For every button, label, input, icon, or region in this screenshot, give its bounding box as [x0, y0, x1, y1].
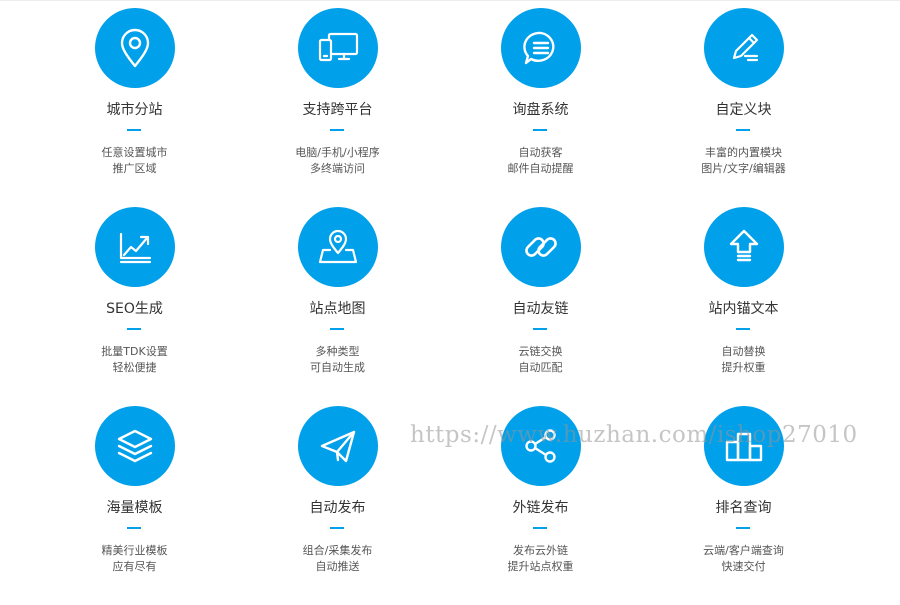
feature-title: 海量模板 — [106, 500, 163, 516]
feature-desc-line: 自动替换 — [721, 345, 766, 358]
watermark-url: https://www.huzhan.com/ishop27010 — [410, 422, 858, 448]
title-underline — [736, 527, 750, 529]
feature-title: 支持跨平台 — [302, 102, 373, 118]
feature-title: 自动发布 — [309, 500, 366, 516]
title-underline — [533, 527, 547, 529]
feature-desc-line: 云链交换 — [518, 345, 563, 358]
trend-chart-icon — [95, 207, 175, 287]
feature-title: 自动友链 — [512, 301, 569, 317]
paper-plane-icon — [298, 406, 378, 486]
title-underline — [127, 129, 141, 131]
feature-desc-line: 丰富的内置模块 — [705, 146, 782, 159]
feature-desc-line: 自动推送 — [315, 560, 360, 573]
feature-card-sitemap[interactable]: 站点地图 多种类型 可自动生成 — [236, 207, 439, 406]
chat-bubble-icon — [501, 8, 581, 88]
feature-desc-line: 批量TDK设置 — [101, 345, 168, 358]
feature-card-anchor-text[interactable]: 站内锚文本 自动替换 提升权重 — [642, 207, 845, 406]
title-underline — [330, 129, 344, 131]
feature-card-seo[interactable]: SEO生成 批量TDK设置 轻松便捷 — [33, 207, 236, 406]
feature-card-inquiry-system[interactable]: 询盘系统 自动获客 邮件自动提醒 — [439, 8, 642, 207]
feature-desc-line: 提升站点权重 — [507, 560, 574, 573]
title-underline — [127, 527, 141, 529]
feature-card-custom-block[interactable]: 自定义块 丰富的内置模块 图片/文字/编辑器 — [642, 8, 845, 207]
feature-title: 站内锚文本 — [708, 301, 779, 317]
feature-title: 站点地图 — [309, 301, 366, 317]
feature-desc-line: 快速交付 — [721, 560, 766, 573]
feature-title: 自定义块 — [715, 102, 772, 118]
feature-card-cross-platform[interactable]: 支持跨平台 电脑/手机/小程序 多终端访问 — [236, 8, 439, 207]
title-underline — [127, 328, 141, 330]
feature-desc-line: 多终端访问 — [310, 162, 365, 175]
feature-card-auto-link[interactable]: 自动友链 云链交换 自动匹配 — [439, 207, 642, 406]
feature-desc-line: 多种类型 — [315, 345, 360, 358]
feature-desc-line: 邮件自动提醒 — [507, 162, 574, 175]
title-underline — [736, 129, 750, 131]
feature-desc-line: 任意设置城市 — [101, 146, 168, 159]
title-underline — [533, 129, 547, 131]
pencil-edit-icon — [704, 8, 784, 88]
map-pin-icon — [298, 207, 378, 287]
feature-title: 排名查询 — [715, 500, 772, 516]
feature-title: 询盘系统 — [512, 102, 569, 118]
feature-card-auto-publish[interactable]: 自动发布 组合/采集发布 自动推送 — [236, 406, 439, 605]
feature-title: 外链发布 — [512, 500, 569, 516]
layers-icon — [95, 406, 175, 486]
feature-desc-line: 应有尽有 — [112, 560, 157, 573]
feature-desc-line: 推广区域 — [112, 162, 157, 175]
title-underline — [533, 328, 547, 330]
feature-desc-line: 轻松便捷 — [112, 361, 157, 374]
title-underline — [736, 328, 750, 330]
title-underline — [330, 328, 344, 330]
feature-desc-line: 自动匹配 — [518, 361, 563, 374]
feature-title: 城市分站 — [106, 102, 163, 118]
feature-desc-line: 提升权重 — [721, 361, 766, 374]
feature-grid: 城市分站 任意设置城市 推广区域 支持跨平台 电脑/手机/小程序 多终端访问 询… — [33, 8, 845, 605]
feature-desc-line: 可自动生成 — [310, 361, 365, 374]
feature-desc-line: 电脑/手机/小程序 — [295, 146, 380, 159]
devices-icon — [298, 8, 378, 88]
feature-title: SEO生成 — [106, 301, 163, 317]
feature-desc-line: 图片/文字/编辑器 — [701, 162, 786, 175]
feature-card-city-substation[interactable]: 城市分站 任意设置城市 推广区域 — [33, 8, 236, 207]
feature-desc-line: 自动获客 — [518, 146, 563, 159]
feature-desc-line: 云端/客户端查询 — [703, 544, 784, 557]
feature-card-templates[interactable]: 海量模板 精美行业模板 应有尽有 — [33, 406, 236, 605]
feature-desc-line: 精美行业模板 — [101, 544, 168, 557]
feature-desc-line: 发布云外链 — [513, 544, 568, 557]
title-underline — [330, 527, 344, 529]
location-pin-icon — [95, 8, 175, 88]
arrow-up-icon — [704, 207, 784, 287]
chain-link-icon — [501, 207, 581, 287]
feature-desc-line: 组合/采集发布 — [302, 544, 373, 557]
top-divider — [0, 0, 900, 1]
